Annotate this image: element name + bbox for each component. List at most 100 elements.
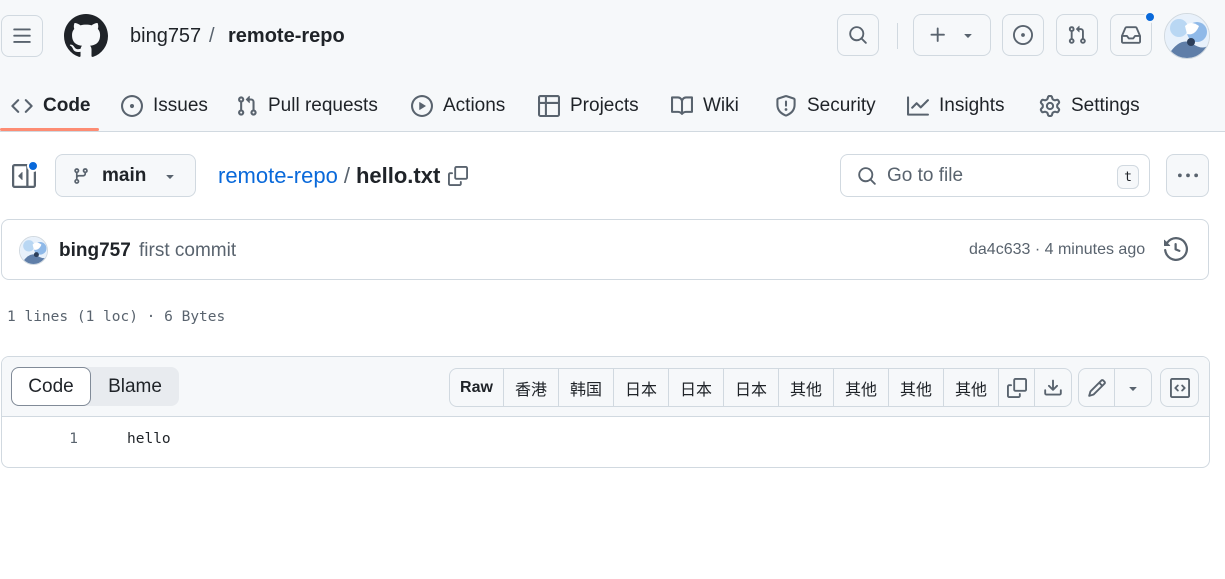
tab-wiki[interactable]: Wiki [671, 80, 739, 132]
tab-label: Wiki [703, 95, 739, 116]
breadcrumb-file-name: hello.txt [355, 163, 441, 188]
mirror-button-6[interactable]: 其他 [779, 369, 834, 406]
repo-owner-link[interactable]: bing757 [130, 25, 201, 48]
tab-actions[interactable]: Actions [411, 80, 505, 132]
global-header: bing757 / remote-repo Code Issues Pull r… [0, 0, 1225, 132]
file-breadcrumb: remote-repo / hello.txt [218, 163, 469, 189]
file-toolbar: Code Blame Raw 香港 韩国 日本 日本 日本 其他 其他 其他 其… [2, 357, 1209, 417]
mirror-button-4[interactable]: 日本 [669, 369, 724, 406]
tab-security[interactable]: Security [775, 80, 876, 132]
your-pull-requests-button[interactable] [1056, 14, 1098, 56]
history-icon [1164, 237, 1188, 261]
copy-path-button[interactable] [448, 166, 469, 186]
commit-sha-and-time[interactable]: da4c633 · 4 minutes ago [969, 241, 1145, 259]
header-divider [897, 23, 898, 49]
mirror-button-5[interactable]: 日本 [724, 369, 779, 406]
breadcrumb-separator: / [343, 163, 350, 188]
download-icon [1044, 379, 1062, 395]
commit-author-link[interactable]: bing757 [59, 240, 131, 262]
selected-tab-underline [0, 128, 99, 131]
github-logo-icon[interactable] [64, 14, 108, 58]
git-pull-request-icon [238, 95, 257, 116]
branch-selector[interactable]: main [55, 154, 196, 197]
open-menu-button[interactable] [1, 15, 43, 57]
kebab-horizontal-icon [1177, 173, 1198, 177]
plus-icon [930, 27, 945, 42]
mirror-button-9[interactable]: 其他 [944, 369, 999, 406]
tab-code[interactable]: Code [11, 80, 91, 132]
edit-file-button[interactable] [1079, 369, 1115, 406]
go-to-file-input[interactable]: Go to file t [840, 154, 1150, 197]
tab-pull-requests[interactable]: Pull requests [236, 80, 378, 132]
more-file-actions-button[interactable] [1166, 154, 1209, 197]
tab-label: Settings [1071, 95, 1140, 116]
repo-path-separator: / [209, 25, 215, 47]
graph-icon [907, 96, 929, 116]
tab-label: Projects [570, 95, 639, 116]
line-content: hello [127, 431, 171, 447]
go-to-file-shortcut-key: t [1117, 165, 1139, 189]
inbox-icon [1121, 26, 1141, 44]
triangle-down-icon [1129, 386, 1137, 391]
edit-options-dropdown[interactable] [1115, 369, 1151, 406]
file-content-box: Code Blame Raw 香港 韩国 日本 日本 日本 其他 其他 其他 其… [1, 356, 1210, 468]
play-icon [411, 95, 433, 117]
file-info-text: 1 lines (1 loc) · 6 Bytes [7, 309, 226, 325]
edit-button-group [1078, 368, 1152, 407]
raw-button[interactable]: Raw [450, 369, 504, 406]
tab-label: Actions [443, 95, 506, 116]
mirror-button-3[interactable]: 日本 [614, 369, 669, 406]
symbols-panel-button[interactable] [1160, 368, 1199, 407]
issue-opened-icon [121, 95, 143, 117]
search-icon [849, 26, 867, 44]
tab-issues[interactable]: Issues [121, 80, 208, 132]
code-line: 1 hello [2, 431, 1209, 453]
table-icon [538, 95, 560, 117]
commit-author-avatar[interactable] [19, 236, 48, 265]
gear-icon [1039, 95, 1061, 117]
mirror-button-2[interactable]: 韩国 [559, 369, 614, 406]
tab-label: Issues [153, 95, 208, 116]
tab-settings[interactable]: Settings [1039, 80, 1140, 132]
tab-insights[interactable]: Insights [907, 80, 1004, 132]
file-action-button-group: Raw 香港 韩国 日本 日本 日本 其他 其他 其他 其他 [449, 368, 1072, 407]
code-view-button[interactable]: Code [11, 367, 91, 406]
tab-label: Pull requests [268, 95, 378, 116]
latest-commit-box: bing757 first commit da4c633 · 4 minutes… [1, 219, 1209, 280]
mirror-button-7[interactable]: 其他 [834, 369, 889, 406]
git-pull-request-icon [1068, 25, 1086, 44]
book-icon [671, 96, 693, 115]
triangle-down-icon [964, 34, 972, 38]
tab-label: Security [807, 95, 876, 116]
your-issues-button[interactable] [1002, 14, 1044, 56]
repo-nav: Code Issues Pull requests Actions Projec… [0, 80, 1225, 132]
view-mode-toggle: Code Blame [11, 367, 179, 406]
unread-notification-dot [1144, 11, 1156, 23]
mirror-button-1[interactable]: 香港 [504, 369, 559, 406]
search-icon [858, 166, 876, 185]
branch-name: main [102, 164, 147, 186]
repo-name-link[interactable]: remote-repo [228, 25, 345, 48]
commit-message-link[interactable]: first commit [139, 240, 236, 262]
blame-view-button[interactable]: Blame [91, 367, 179, 406]
line-number[interactable]: 1 [42, 431, 78, 447]
git-branch-icon [74, 167, 88, 184]
issue-opened-icon [1013, 25, 1033, 45]
code-square-icon [1169, 377, 1190, 398]
copy-icon [1006, 377, 1027, 398]
shield-icon [776, 95, 796, 117]
create-new-button[interactable] [913, 14, 991, 56]
download-raw-button[interactable] [1035, 369, 1071, 406]
copy-raw-button[interactable] [999, 369, 1035, 406]
file-tree-indicator-dot [27, 160, 39, 172]
go-to-file-placeholder: Go to file [887, 164, 964, 186]
tab-projects[interactable]: Projects [538, 80, 639, 132]
mirror-button-8[interactable]: 其他 [889, 369, 944, 406]
user-avatar[interactable] [1164, 13, 1210, 59]
code-icon [11, 99, 33, 113]
tab-label: Insights [939, 95, 1005, 116]
copy-icon [448, 166, 469, 186]
history-button[interactable] [1164, 237, 1188, 261]
breadcrumb-repo-link[interactable]: remote-repo [218, 163, 338, 189]
search-button[interactable] [837, 14, 879, 56]
